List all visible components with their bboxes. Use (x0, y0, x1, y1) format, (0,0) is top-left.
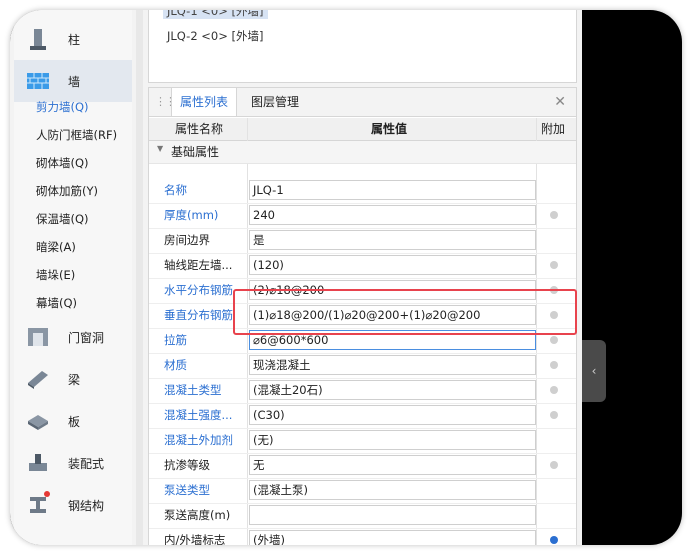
property-row-impermeability[interactable]: 抗渗等级 无 (149, 453, 576, 479)
component-tree: 柱 墙 剪力墙(Q) 人防门框墙(RF) 砌体墙(Q) 砌体加筋(Y) 保温墙(… (14, 10, 132, 545)
property-name: 厚度(mm) (164, 208, 219, 222)
collapse-triangle-icon[interactable]: ▼ (157, 144, 163, 153)
list-item[interactable]: JLQ-2 <0> [外墙] (167, 28, 264, 44)
property-group-basic[interactable]: ▼ 基础属性 (149, 141, 576, 164)
nav-category-label: 装配式 (68, 456, 105, 471)
property-name: 垂直分布钢筋 (164, 308, 233, 322)
tab-property-list[interactable]: 属性列表 (171, 88, 238, 116)
wall-icon (26, 69, 50, 93)
property-value-input[interactable]: 无 (249, 455, 536, 475)
property-value-input[interactable]: (C30) (249, 405, 536, 425)
close-icon[interactable]: ✕ (554, 94, 566, 110)
property-row-pump-height[interactable]: 泵送高度(m) (149, 503, 576, 529)
wall-item-insulation-wall[interactable]: 保温墙(Q) (36, 211, 89, 227)
property-row-material[interactable]: 材质 现浇混凝土 (149, 353, 576, 379)
nav-category-label: 钢结构 (68, 498, 105, 513)
nav-category-door-window[interactable]: 门窗洞 (14, 316, 132, 358)
property-value-input[interactable]: 现浇混凝土 (249, 355, 536, 375)
extra-checkbox[interactable] (550, 336, 558, 344)
nav-category-slab[interactable]: 板 (14, 400, 132, 442)
extra-checkbox[interactable] (550, 536, 558, 544)
notification-dot (44, 491, 50, 497)
property-row-pump-type[interactable]: 泵送类型 (混凝土泵) (149, 478, 576, 504)
property-row-room-boundary[interactable]: 房间边界 是 (149, 228, 576, 254)
list-item-selected[interactable]: JLQ-1 <0> [外墙] (163, 10, 268, 19)
window-frame: 柱 墙 剪力墙(Q) 人防门框墙(RF) 砌体墙(Q) 砌体加筋(Y) 保温墙(… (10, 10, 682, 545)
panel-tabs: ⋮⋮ 属性列表 图层管理 ✕ (149, 88, 576, 117)
nav-category-prefab[interactable]: 装配式 (14, 442, 132, 484)
wall-item-shear-wall[interactable]: 剪力墙(Q) (36, 99, 89, 115)
property-name: 混凝土强度... (164, 408, 233, 422)
property-name: 材质 (164, 358, 187, 372)
door-window-opening-icon (26, 325, 50, 349)
extra-checkbox[interactable] (550, 261, 558, 269)
wall-item-masonry-wall[interactable]: 砌体墙(Q) (36, 155, 89, 171)
property-name: 抗渗等级 (164, 458, 210, 472)
property-value-input[interactable]: JLQ-1 (249, 180, 536, 200)
property-row-inner-outer-wall[interactable]: 内/外墙标志 (外墙) (149, 528, 576, 545)
property-name: 内/外墙标志 (164, 533, 226, 545)
extra-checkbox[interactable] (550, 461, 558, 469)
col-header-extra: 附加 (541, 122, 566, 136)
property-row-thickness[interactable]: 厚度(mm) 240 (149, 203, 576, 229)
property-name: 混凝土外加剂 (164, 433, 233, 447)
property-name: 房间边界 (164, 233, 210, 247)
tab-layer-management[interactable]: 图层管理 (251, 88, 299, 116)
chevron-left-icon: ‹ (591, 364, 597, 378)
property-name: 混凝土类型 (164, 383, 222, 397)
nav-category-label: 板 (68, 414, 81, 429)
wall-item-civil-defense-door-frame[interactable]: 人防门框墙(RF) (36, 127, 117, 143)
property-name: 泵送高度(m) (164, 508, 231, 522)
panel-collapse-handle[interactable]: ‹ (582, 340, 606, 402)
nav-category-label: 门窗洞 (68, 330, 105, 345)
property-value-input[interactable]: 240 (249, 205, 536, 225)
col-header-name: 属性名称 (175, 122, 224, 136)
extra-checkbox[interactable] (550, 386, 558, 394)
property-row-admixture[interactable]: 混凝土外加剂 (无) (149, 428, 576, 454)
property-table-header: 属性名称 属性值 附加 (149, 118, 576, 141)
property-name: 名称 (164, 183, 187, 197)
property-name: 泵送类型 (164, 483, 210, 497)
group-label: 基础属性 (171, 145, 220, 159)
nav-category-wall[interactable]: 墙 (14, 60, 132, 102)
nav-category-label: 墙 (68, 74, 81, 89)
property-value-input[interactable]: 是 (249, 230, 536, 250)
prefab-icon (26, 451, 50, 475)
property-value-input[interactable]: (混凝土泵) (249, 480, 536, 500)
col-header-value: 属性值 (371, 122, 408, 136)
wall-item-hidden-beam[interactable]: 暗梁(A) (36, 239, 76, 255)
nav-category-beam[interactable]: 梁 (14, 358, 132, 400)
property-row-axis-offset[interactable]: 轴线距左墙... (120) (149, 253, 576, 279)
wall-item-masonry-reinforcement[interactable]: 砌体加筋(Y) (36, 183, 98, 199)
extra-checkbox[interactable] (550, 361, 558, 369)
steel-structure-icon (26, 491, 50, 517)
property-name: 拉筋 (164, 333, 187, 347)
property-value-input[interactable]: (120) (249, 255, 536, 275)
property-name: 轴线距左墙... (164, 258, 233, 272)
annotation-highlight-box (233, 289, 577, 335)
app-window: 柱 墙 剪力墙(Q) 人防门框墙(RF) 砌体墙(Q) 砌体加筋(Y) 保温墙(… (10, 10, 582, 545)
slab-icon (26, 409, 50, 433)
property-row-concrete-strength[interactable]: 混凝土强度... (C30) (149, 403, 576, 429)
property-row-concrete-type[interactable]: 混凝土类型 (混凝土20石) (149, 378, 576, 404)
wall-item-wall-pier[interactable]: 墙垛(E) (36, 267, 75, 283)
nav-scrollbar[interactable] (136, 10, 143, 545)
component-list: JLQ-1 <0> [外墙] JLQ-2 <0> [外墙] (148, 10, 577, 83)
beam-icon (26, 367, 50, 391)
nav-category-steel-structure[interactable]: 钢结构 (14, 484, 132, 526)
extra-checkbox[interactable] (550, 211, 558, 219)
extra-checkbox[interactable] (550, 411, 558, 419)
property-value-input[interactable]: (无) (249, 430, 536, 450)
property-value-input[interactable]: (混凝土20石) (249, 380, 536, 400)
property-name: 水平分布钢筋 (164, 283, 233, 297)
property-value-input[interactable] (249, 505, 536, 525)
nav-category-label: 梁 (68, 372, 81, 387)
property-value-input[interactable]: (外墙) (249, 530, 536, 545)
nav-category-label: 柱 (68, 32, 81, 47)
wall-item-curtain-wall[interactable]: 幕墙(Q) (36, 295, 77, 311)
column-icon (26, 27, 50, 51)
nav-category-column[interactable]: 柱 (14, 18, 132, 60)
property-row-name[interactable]: 名称 JLQ-1 (149, 178, 576, 204)
